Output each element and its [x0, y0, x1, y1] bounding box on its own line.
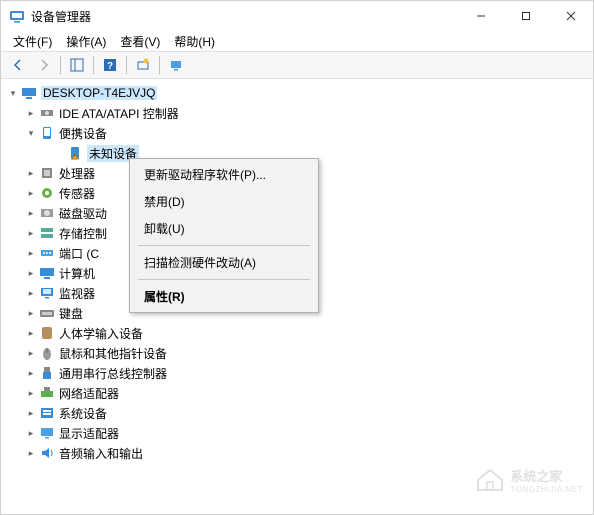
- tree-node-label: 通用串行总线控制器: [59, 365, 167, 382]
- toolbar-separator: [93, 56, 94, 74]
- chevron-down-icon[interactable]: ▾: [25, 127, 37, 139]
- tree-node[interactable]: ▸ 通用串行总线控制器: [3, 363, 591, 383]
- port-icon: [39, 245, 55, 261]
- titlebar: 设备管理器: [1, 1, 593, 31]
- chevron-right-icon[interactable]: ▸: [25, 447, 37, 459]
- help-toolbar-button[interactable]: ?: [98, 54, 122, 76]
- chevron-down-icon[interactable]: ▾: [7, 87, 19, 99]
- context-separator: [138, 279, 310, 280]
- svg-text:!: !: [74, 155, 75, 161]
- chevron-right-icon[interactable]: ▸: [25, 287, 37, 299]
- show-hide-tree-button[interactable]: [65, 54, 89, 76]
- chevron-right-icon[interactable]: ▸: [25, 227, 37, 239]
- sensor-icon: [39, 185, 55, 201]
- context-update-driver[interactable]: 更新驱动程序软件(P)...: [132, 161, 316, 188]
- window-controls: [458, 1, 593, 31]
- tree-node-label: 网络适配器: [59, 385, 119, 402]
- toolbar: ?: [1, 51, 593, 79]
- tree-node-label: 端口 (C: [59, 245, 99, 262]
- tree-node-label: 传感器: [59, 185, 95, 202]
- tree-node[interactable]: ▸ 人体学输入设备: [3, 323, 591, 343]
- device-view-button[interactable]: [164, 54, 188, 76]
- close-button[interactable]: [548, 1, 593, 31]
- tree-node-label: 磁盘驱动: [59, 205, 107, 222]
- tree-node[interactable]: ▸ 网络适配器: [3, 383, 591, 403]
- system-icon: [39, 405, 55, 421]
- mouse-icon: [39, 345, 55, 361]
- window-title: 设备管理器: [31, 8, 458, 25]
- chevron-right-icon[interactable]: ▸: [25, 307, 37, 319]
- tree-root-label: DESKTOP-T4EJVJQ: [41, 86, 157, 100]
- tree-node[interactable]: ▾ 便携设备: [3, 123, 591, 143]
- chevron-right-icon[interactable]: ▸: [25, 207, 37, 219]
- portable-icon: [39, 125, 55, 141]
- warning-icon: !: [67, 145, 83, 161]
- keyboard-icon: [39, 305, 55, 321]
- toolbar-separator: [60, 56, 61, 74]
- tree-node-label: 人体学输入设备: [59, 325, 143, 342]
- tree-node[interactable]: ▸ 显示适配器: [3, 423, 591, 443]
- context-disable[interactable]: 禁用(D): [132, 188, 316, 215]
- tree-node-label: 音频输入和输出: [59, 445, 143, 462]
- chevron-right-icon[interactable]: ▸: [25, 327, 37, 339]
- menu-file[interactable]: 文件(F): [7, 32, 58, 51]
- context-uninstall[interactable]: 卸载(U): [132, 215, 316, 242]
- chevron-right-icon[interactable]: ▸: [25, 387, 37, 399]
- tree-node-label: 键盘: [59, 305, 83, 322]
- hid-icon: [39, 325, 55, 341]
- tree-node-label: 监视器: [59, 285, 95, 302]
- chevron-right-icon[interactable]: ▸: [25, 107, 37, 119]
- tree-node-label: 鼠标和其他指针设备: [59, 345, 167, 362]
- monitor-icon: [39, 285, 55, 301]
- context-separator: [138, 245, 310, 246]
- tree-node-label: 计算机: [59, 265, 95, 282]
- svg-text:?: ?: [107, 61, 113, 72]
- chevron-right-icon[interactable]: ▸: [25, 187, 37, 199]
- toolbar-separator: [126, 56, 127, 74]
- tree-root[interactable]: ▾ DESKTOP-T4EJVJQ: [3, 83, 591, 103]
- tree-node-label: 系统设备: [59, 405, 107, 422]
- disk-icon: [39, 205, 55, 221]
- display-icon: [39, 425, 55, 441]
- context-properties[interactable]: 属性(R): [132, 283, 316, 310]
- tree-node-label: 便携设备: [59, 125, 107, 142]
- tree-node[interactable]: ▸ IDE ATA/ATAPI 控制器: [3, 103, 591, 123]
- computer-icon: [39, 265, 55, 281]
- minimize-button[interactable]: [458, 1, 503, 31]
- network-icon: [39, 385, 55, 401]
- cpu-icon: [39, 165, 55, 181]
- tree-node-label: 显示适配器: [59, 425, 119, 442]
- tree-node[interactable]: ▸ 鼠标和其他指针设备: [3, 343, 591, 363]
- storage-icon: [39, 225, 55, 241]
- context-menu: 更新驱动程序软件(P)... 禁用(D) 卸载(U) 扫描检测硬件改动(A) 属…: [129, 158, 319, 313]
- audio-icon: [39, 445, 55, 461]
- menu-action[interactable]: 操作(A): [60, 32, 112, 51]
- usb-icon: [39, 365, 55, 381]
- menubar: 文件(F) 操作(A) 查看(V) 帮助(H): [1, 31, 593, 51]
- chevron-right-icon[interactable]: ▸: [25, 367, 37, 379]
- tree-node-label: 处理器: [59, 165, 95, 182]
- chevron-right-icon[interactable]: ▸: [25, 267, 37, 279]
- forward-button[interactable]: [32, 54, 56, 76]
- tree-node-label: 存储控制: [59, 225, 107, 242]
- device-manager-icon: [9, 8, 25, 24]
- disk-controller-icon: [39, 105, 55, 121]
- chevron-right-icon[interactable]: ▸: [25, 247, 37, 259]
- menu-view[interactable]: 查看(V): [114, 32, 166, 51]
- scan-hardware-button[interactable]: [131, 54, 155, 76]
- toolbar-separator: [159, 56, 160, 74]
- chevron-right-icon[interactable]: ▸: [25, 427, 37, 439]
- back-button[interactable]: [6, 54, 30, 76]
- maximize-button[interactable]: [503, 1, 548, 31]
- computer-icon: [21, 85, 37, 101]
- chevron-right-icon[interactable]: ▸: [25, 167, 37, 179]
- tree-node-label: IDE ATA/ATAPI 控制器: [59, 105, 179, 122]
- tree-node[interactable]: ▸ 系统设备: [3, 403, 591, 423]
- chevron-right-icon[interactable]: ▸: [25, 347, 37, 359]
- tree-node[interactable]: ▸ 音频输入和输出: [3, 443, 591, 463]
- context-scan[interactable]: 扫描检测硬件改动(A): [132, 249, 316, 276]
- menu-help[interactable]: 帮助(H): [168, 32, 221, 51]
- chevron-right-icon[interactable]: ▸: [25, 407, 37, 419]
